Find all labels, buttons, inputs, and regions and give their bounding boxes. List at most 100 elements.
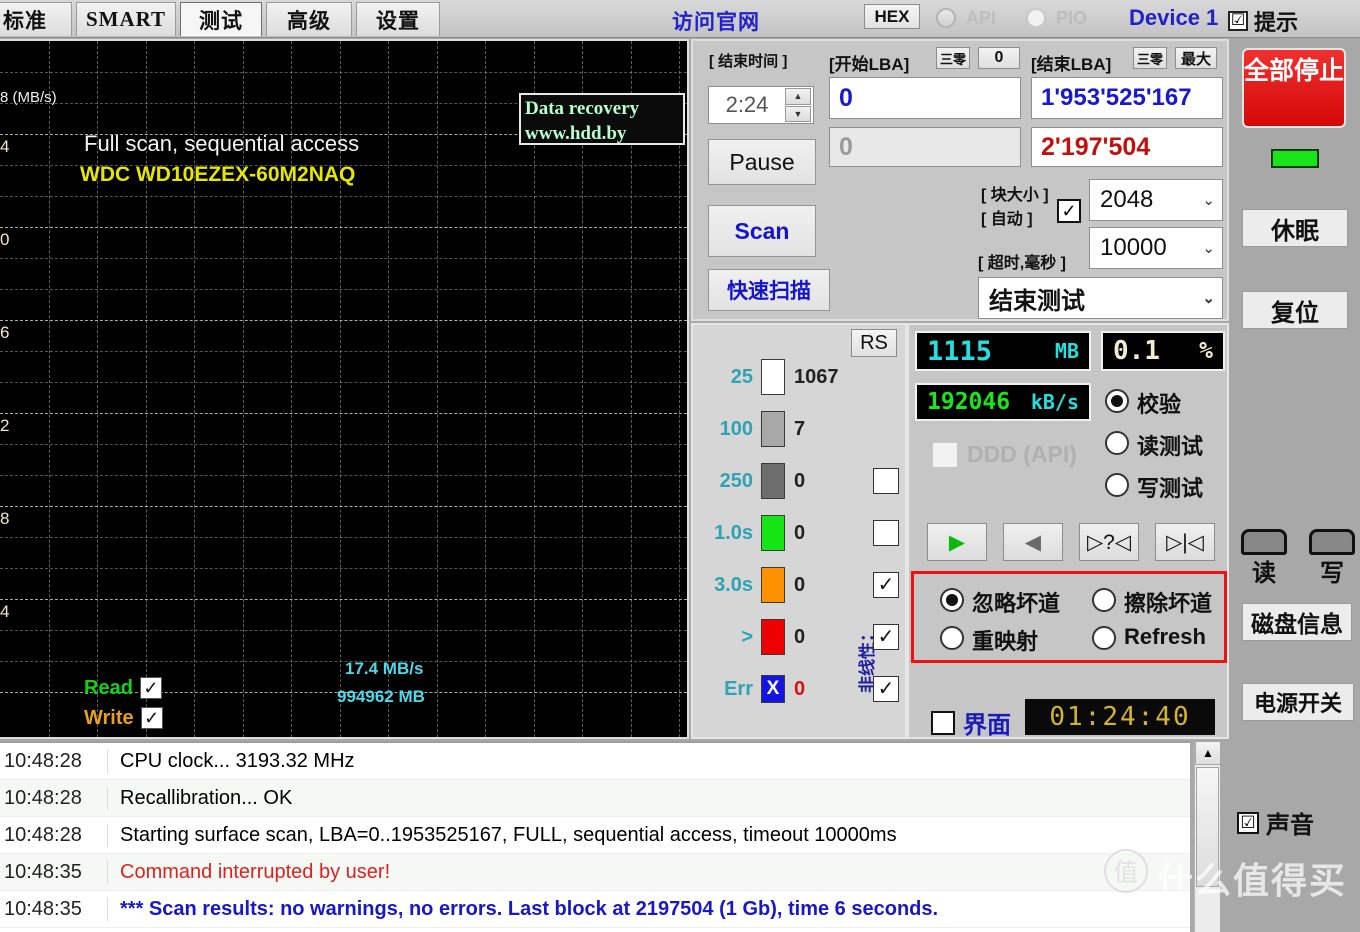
legend-visibility-checkbox[interactable]: ✓	[873, 572, 899, 598]
log-message: Starting surface scan, LBA=0..1953525167…	[107, 824, 1190, 847]
log-row[interactable]: 10:48:35Command interrupted by user!	[0, 854, 1190, 891]
brand-line-1: Data recovery	[525, 96, 683, 121]
start-lba-input[interactable]: 0	[829, 77, 1021, 119]
write-toggle-row[interactable]: Write ✓	[84, 703, 163, 733]
reset-button[interactable]: 复位	[1242, 291, 1348, 329]
hex-button[interactable]: HEX	[864, 4, 920, 29]
log-timestamp: 10:48:28	[0, 787, 107, 810]
tab-advanced[interactable]: 高级	[266, 2, 352, 36]
scan-button[interactable]: Scan	[708, 205, 816, 257]
legend-color-swatch	[761, 359, 785, 395]
legend-visibility-checkbox[interactable]	[873, 520, 899, 546]
stop-all-button[interactable]: 全部停止	[1242, 48, 1346, 128]
tab-standard[interactable]: 标准	[0, 2, 72, 36]
interface-toggle[interactable]: 界面	[931, 705, 1011, 740]
api-radio[interactable]	[936, 8, 956, 28]
bad-sector-options-group: 忽略坏道 擦除坏道 重映射 Refresh	[911, 571, 1227, 663]
scan-step-button[interactable]: ▷|◁	[1155, 523, 1215, 561]
end-lba-zero-preset-button[interactable]: 三零	[1133, 47, 1167, 69]
tab-settings[interactable]: 设置	[356, 2, 440, 36]
power-switch-button[interactable]: 电源开关	[1242, 683, 1354, 721]
legend-count-value: 0	[794, 522, 805, 545]
log-message: Command interrupted by user!	[107, 861, 1190, 884]
play-backward-button[interactable]: ◀	[1003, 523, 1063, 561]
visit-website-link[interactable]: 访问官网	[672, 6, 760, 36]
graph-read-write-toggles: Read ✓ Write ✓	[84, 673, 163, 733]
sound-checkbox[interactable]: ☑	[1237, 812, 1259, 834]
event-log[interactable]: 10:48:28CPU clock... 3193.32 MHz10:48:28…	[0, 741, 1190, 932]
spinner-up-icon[interactable]: ▲	[785, 88, 811, 105]
start-lba-zero-button[interactable]: 0	[978, 47, 1020, 69]
legend-visibility-checkbox[interactable]: ✓	[873, 676, 899, 702]
legend-threshold-label: 100	[699, 418, 753, 441]
timeout-select[interactable]: 10000 ⌄	[1089, 227, 1223, 269]
start-lba-zero-preset-button[interactable]: 三零	[936, 47, 970, 69]
remap-radio[interactable]	[940, 626, 964, 650]
tip-checkbox[interactable]: ☑ 提示	[1228, 5, 1298, 37]
device-label: Device 1	[1129, 5, 1218, 31]
graph-drive-model: WDC WD10EZEX-60M2NAQ	[80, 163, 355, 187]
log-row[interactable]: 10:48:28Recallibration... OK	[0, 780, 1190, 817]
end-time-value: 2:24	[709, 92, 785, 118]
block-size-label: [ 块大小 ]	[981, 181, 1049, 205]
legend-count-value: 7	[794, 418, 805, 441]
disk-info-button[interactable]: 磁盘信息	[1242, 603, 1352, 641]
legend-visibility-checkbox[interactable]: ✓	[873, 624, 899, 650]
read-led-lamp	[1241, 529, 1287, 555]
grid-line-horizontal	[0, 258, 687, 259]
end-lba-max-button[interactable]: 最大	[1175, 47, 1217, 69]
read-checkbox[interactable]: ✓	[140, 677, 162, 699]
nav-button-bar: ▶ ◀ ▷?◁ ▷|◁	[909, 509, 1231, 569]
legend-color-swatch	[761, 515, 785, 551]
log-row[interactable]: 10:48:28CPU clock... 3193.32 MHz	[0, 743, 1190, 780]
scan-query-button[interactable]: ▷?◁	[1079, 523, 1139, 561]
write-led-label: 写	[1309, 553, 1355, 588]
pio-radio[interactable]	[1026, 8, 1046, 28]
surface-scan-graph[interactable]: 8 (MB/s) Full scan, sequential access WD…	[0, 39, 689, 739]
auto-checkbox[interactable]: ✓	[1057, 199, 1081, 223]
remap-label: 重映射	[972, 624, 1038, 656]
pause-button[interactable]: Pause	[708, 139, 816, 185]
play-forward-button[interactable]: ▶	[927, 523, 987, 561]
legend-visibility-checkbox[interactable]	[873, 468, 899, 494]
spinner-down-icon[interactable]: ▼	[785, 106, 811, 123]
start-lba-label: [开始LBA]	[829, 50, 909, 75]
progress-percent-unit: %	[1199, 338, 1213, 364]
chevron-down-icon: ⌄	[1202, 239, 1215, 257]
tip-check-mark: ☑	[1228, 11, 1248, 31]
end-action-select[interactable]: 结束测试 ⌄	[978, 277, 1223, 319]
mode-write-radio[interactable]	[1105, 473, 1129, 497]
erase-bad-sector-radio[interactable]	[1092, 588, 1116, 612]
end-time-spinner[interactable]: 2:24 ▲ ▼	[708, 86, 814, 124]
spinner-arrows[interactable]: ▲ ▼	[785, 88, 811, 122]
tab-test[interactable]: 测试	[180, 2, 262, 36]
legend-color-swatch	[761, 411, 785, 447]
hdd-brand-box: Data recovery www.hdd.by	[519, 93, 685, 145]
mode-read-radio[interactable]	[1105, 431, 1129, 455]
chevron-down-icon: ⌄	[1202, 191, 1215, 209]
refresh-radio[interactable]	[1092, 626, 1116, 650]
log-row[interactable]: 10:48:28Starting surface scan, LBA=0..19…	[0, 817, 1190, 854]
legend-color-swatch	[761, 463, 785, 499]
tab-smart[interactable]: SMART	[76, 2, 176, 36]
scroll-up-icon[interactable]: ▲	[1195, 741, 1221, 765]
write-checkbox[interactable]: ✓	[141, 707, 163, 729]
sleep-button[interactable]: 休眠	[1242, 209, 1348, 247]
log-row[interactable]: 10:48:35*** Scan results: no warnings, n…	[0, 891, 1190, 928]
mode-verify-radio[interactable]	[1105, 389, 1129, 413]
end-lba-input[interactable]: 1'953'525'167	[1031, 77, 1223, 119]
hex-label: HEX	[875, 7, 910, 27]
interface-checkbox[interactable]	[931, 711, 955, 735]
legend-row: >0✓	[699, 613, 903, 661]
sound-toggle[interactable]: ☑ 声音	[1237, 805, 1314, 840]
legend-row: 251067	[699, 353, 903, 401]
radio-dot	[946, 594, 958, 606]
elapsed-timer: 01:24:40	[1025, 699, 1215, 735]
block-size-select[interactable]: 2048 ⌄	[1089, 179, 1223, 221]
ignore-bad-sector-radio[interactable]	[940, 588, 964, 612]
legend-threshold-label: >	[699, 626, 753, 649]
graph-y-unit-label: 8 (MB/s)	[0, 89, 57, 106]
read-toggle-row[interactable]: Read ✓	[84, 673, 163, 703]
graph-title: Full scan, sequential access	[84, 131, 359, 157]
quick-scan-button[interactable]: 快速扫描	[708, 269, 830, 311]
